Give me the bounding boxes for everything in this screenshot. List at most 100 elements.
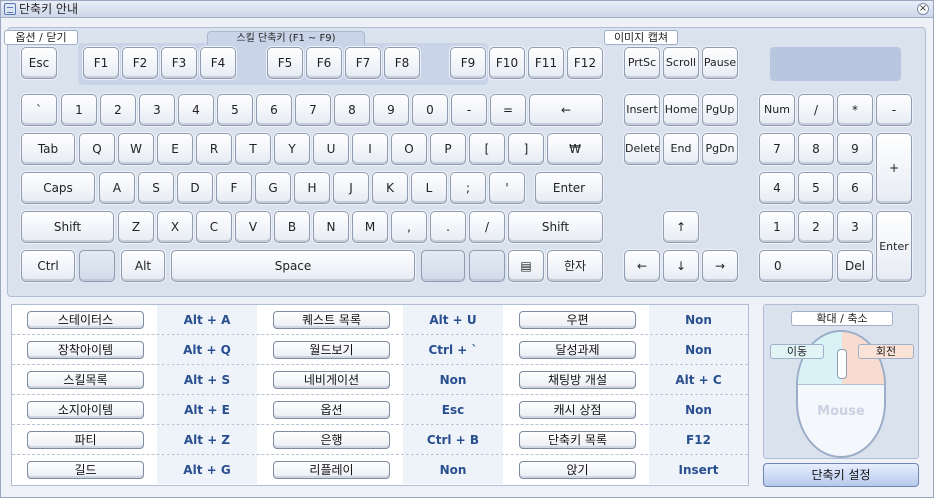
- key-3[interactable]: 3: [139, 94, 175, 126]
- key-7[interactable]: 7: [295, 94, 331, 126]
- shortcut-button[interactable]: 파티: [27, 431, 144, 449]
- key-numpad-star[interactable]: *: [837, 94, 873, 126]
- key-t[interactable]: T: [235, 133, 271, 165]
- key-quote[interactable]: ': [489, 172, 525, 204]
- key-period[interactable]: .: [430, 211, 466, 243]
- key-space[interactable]: Space: [171, 250, 415, 282]
- key-i[interactable]: I: [352, 133, 388, 165]
- key-backspace[interactable]: ←: [529, 94, 603, 126]
- key-d[interactable]: D: [177, 172, 213, 204]
- key-delete[interactable]: Delete: [624, 133, 660, 165]
- key-scroll[interactable]: Scroll: [663, 47, 699, 79]
- key-m[interactable]: M: [352, 211, 388, 243]
- key-arrow-down[interactable]: ↓: [663, 250, 699, 282]
- key-slash[interactable]: /: [469, 211, 505, 243]
- key-tab[interactable]: Tab: [21, 133, 75, 165]
- key-o[interactable]: O: [391, 133, 427, 165]
- key-f2[interactable]: F2: [122, 47, 158, 79]
- key-q[interactable]: Q: [79, 133, 115, 165]
- shortcut-button[interactable]: 달성과제: [519, 341, 636, 359]
- key-f8[interactable]: F8: [384, 47, 420, 79]
- key-numpad-plus[interactable]: +: [876, 133, 912, 204]
- key-numlock[interactable]: Num: [759, 94, 795, 126]
- key-windows[interactable]: [79, 250, 115, 282]
- key-numpad-3[interactable]: 3: [837, 211, 873, 243]
- key-f7[interactable]: F7: [345, 47, 381, 79]
- key-numpad-1[interactable]: 1: [759, 211, 795, 243]
- key-minus[interactable]: -: [451, 94, 487, 126]
- key-u[interactable]: U: [313, 133, 349, 165]
- key-hanja[interactable]: 한자: [547, 250, 603, 282]
- key-2[interactable]: 2: [100, 94, 136, 126]
- key-pause[interactable]: Pause: [702, 47, 738, 79]
- key-backtick[interactable]: `: [21, 94, 57, 126]
- shortcut-button[interactable]: 스킬목록: [27, 371, 144, 389]
- key-n[interactable]: N: [313, 211, 349, 243]
- shortcut-button[interactable]: 채팅방 개설: [519, 371, 636, 389]
- key-c[interactable]: C: [196, 211, 232, 243]
- key-f6[interactable]: F6: [306, 47, 342, 79]
- key-numpad-8[interactable]: 8: [798, 133, 834, 165]
- key-v[interactable]: V: [235, 211, 271, 243]
- key-lbracket[interactable]: [: [469, 133, 505, 165]
- key-l[interactable]: L: [411, 172, 447, 204]
- key-end[interactable]: End: [663, 133, 699, 165]
- key-menu[interactable]: ▤: [508, 250, 544, 282]
- key-numpad-enter[interactable]: Enter: [876, 211, 912, 282]
- key-1[interactable]: 1: [61, 94, 97, 126]
- key-r[interactable]: R: [196, 133, 232, 165]
- key-insert[interactable]: Insert: [624, 94, 660, 126]
- key-caps[interactable]: Caps: [21, 172, 95, 204]
- key-arrow-up[interactable]: ↑: [663, 211, 699, 243]
- key-0[interactable]: 0: [412, 94, 448, 126]
- key-e[interactable]: E: [157, 133, 193, 165]
- shortcut-button[interactable]: 장착아이템: [27, 341, 144, 359]
- key-comma[interactable]: ,: [391, 211, 427, 243]
- key-k[interactable]: K: [372, 172, 408, 204]
- key-8[interactable]: 8: [334, 94, 370, 126]
- key-f5[interactable]: F5: [267, 47, 303, 79]
- key-home[interactable]: Home: [663, 94, 699, 126]
- key-numpad-del[interactable]: Del: [837, 250, 873, 282]
- key-x[interactable]: X: [157, 211, 193, 243]
- key-shift-right[interactable]: Shift: [508, 211, 603, 243]
- key-f1[interactable]: F1: [83, 47, 119, 79]
- key-numpad-slash[interactable]: /: [798, 94, 834, 126]
- key-5[interactable]: 5: [217, 94, 253, 126]
- shortcut-button[interactable]: 은행: [273, 431, 390, 449]
- shortcut-settings-button[interactable]: 단축키 설정: [763, 463, 919, 487]
- key-rbracket[interactable]: ]: [508, 133, 544, 165]
- key-y[interactable]: Y: [274, 133, 310, 165]
- shortcut-button[interactable]: 캐시 상점: [519, 401, 636, 419]
- key-4[interactable]: 4: [178, 94, 214, 126]
- key-prtsc[interactable]: PrtSc: [624, 47, 660, 79]
- key-f[interactable]: F: [216, 172, 252, 204]
- key-z[interactable]: Z: [118, 211, 154, 243]
- key-f11[interactable]: F11: [528, 47, 564, 79]
- key-numpad-minus[interactable]: -: [876, 94, 912, 126]
- key-won[interactable]: ₩: [547, 133, 603, 165]
- key-ctrl[interactable]: Ctrl: [21, 250, 75, 282]
- key-f9[interactable]: F9: [450, 47, 486, 79]
- shortcut-button[interactable]: 네비게이션: [273, 371, 390, 389]
- key-pgup[interactable]: PgUp: [702, 94, 738, 126]
- shortcut-button[interactable]: 퀘스트 목록: [273, 311, 390, 329]
- key-b[interactable]: B: [274, 211, 310, 243]
- key-f10[interactable]: F10: [489, 47, 525, 79]
- key-shift-left[interactable]: Shift: [21, 211, 114, 243]
- key-f3[interactable]: F3: [161, 47, 197, 79]
- key-arrow-right[interactable]: →: [702, 250, 738, 282]
- key-p[interactable]: P: [430, 133, 466, 165]
- key-numpad-6[interactable]: 6: [837, 172, 873, 204]
- shortcut-button[interactable]: 소지아이템: [27, 401, 144, 419]
- key-f4[interactable]: F4: [200, 47, 236, 79]
- key-alt[interactable]: Alt: [121, 250, 165, 282]
- key-equal[interactable]: =: [490, 94, 526, 126]
- key-a[interactable]: A: [99, 172, 135, 204]
- key-right-windows[interactable]: [469, 250, 505, 282]
- key-numpad-9[interactable]: 9: [837, 133, 873, 165]
- key-numpad-4[interactable]: 4: [759, 172, 795, 204]
- key-numpad-5[interactable]: 5: [798, 172, 834, 204]
- key-j[interactable]: J: [333, 172, 369, 204]
- key-6[interactable]: 6: [256, 94, 292, 126]
